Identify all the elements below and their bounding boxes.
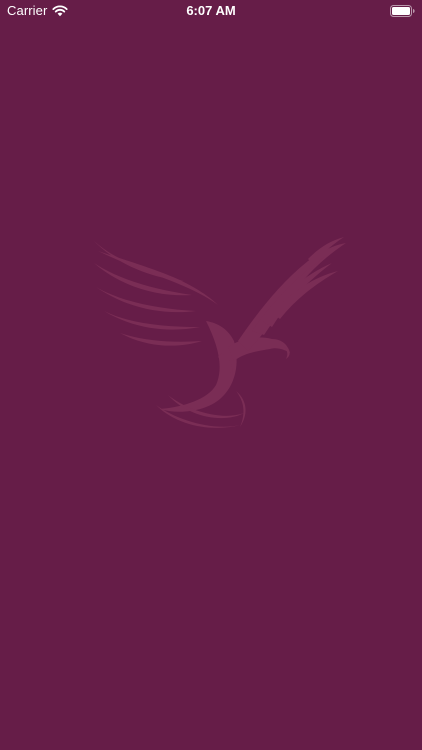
splash-screen: Carrier 6:07 AM [0,0,422,750]
battery-icon [390,5,415,17]
status-bar: Carrier 6:07 AM [0,0,422,22]
status-time: 6:07 AM [186,3,236,18]
eagle-logo-icon [92,237,346,428]
